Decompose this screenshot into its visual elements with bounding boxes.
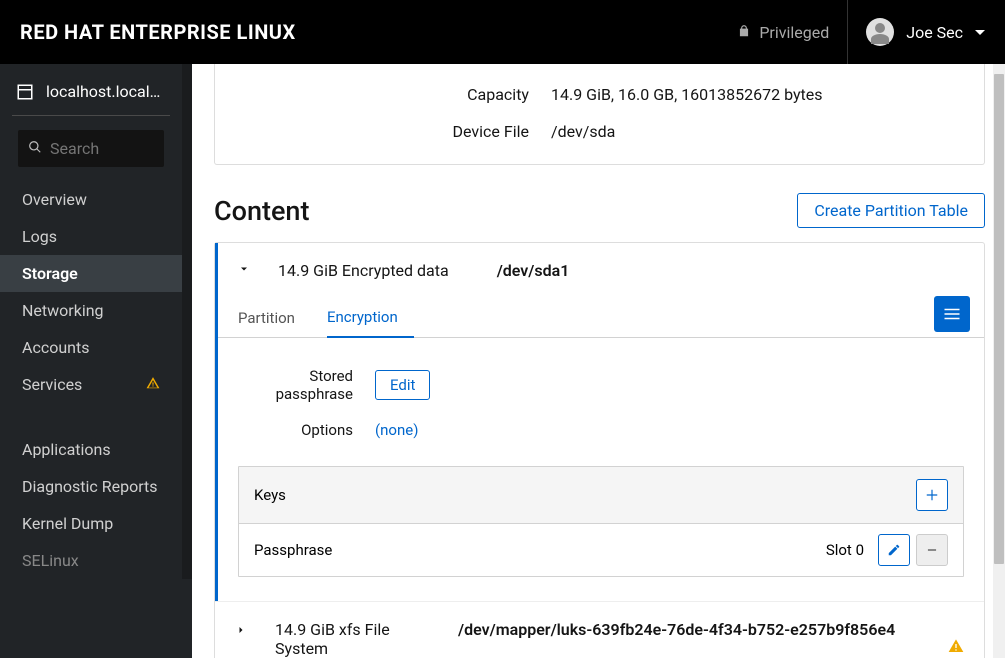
divider xyxy=(12,115,170,116)
partition-header[interactable]: 14.9 GiB Encrypted data /dev/sda1 xyxy=(218,243,984,298)
actions-menu-button[interactable] xyxy=(934,296,970,332)
edit-passphrase-button[interactable]: Edit xyxy=(375,370,430,400)
privileged-indicator[interactable]: Privileged xyxy=(719,0,848,64)
scrollbar-thumb[interactable] xyxy=(994,74,1004,564)
nav-overview[interactable]: Overview xyxy=(0,181,182,218)
chevron-right-icon[interactable] xyxy=(235,620,247,639)
nav-diagnostic-reports[interactable]: Diagnostic Reports xyxy=(0,468,182,505)
nav-accounts[interactable]: Accounts xyxy=(0,329,182,366)
nav-logs[interactable]: Logs xyxy=(0,218,182,255)
warning-icon xyxy=(146,375,160,394)
capacity-value: 14.9 GiB, 16.0 GB, 16013852672 bytes xyxy=(551,85,823,104)
filesystem-row[interactable]: 14.9 GiB xfs File System /dev/mapper/luk… xyxy=(215,601,984,658)
nav-gap xyxy=(0,403,182,431)
keys-box: Keys Passphrase Slot 0 xyxy=(238,466,964,577)
devicefile-label: Device File xyxy=(239,122,529,141)
partition-device: /dev/sda1 xyxy=(477,261,570,280)
server-icon xyxy=(16,83,34,101)
filesystem-description: 14.9 GiB xfs File System xyxy=(275,620,430,658)
options-value[interactable]: (none) xyxy=(375,421,418,439)
nav-selinux[interactable]: SELinux xyxy=(0,542,182,579)
nav-networking[interactable]: Networking xyxy=(0,292,182,329)
content-header: Content Create Partition Table xyxy=(214,193,985,228)
nav-storage[interactable]: Storage xyxy=(0,255,182,292)
tabs: Partition Encryption xyxy=(218,298,984,338)
warning-icon xyxy=(948,638,964,658)
remove-key-button[interactable] xyxy=(916,534,948,566)
create-partition-table-button[interactable]: Create Partition Table xyxy=(797,193,985,228)
key-slot: Slot 0 xyxy=(826,541,864,559)
user-name: Joe Sec xyxy=(906,23,963,42)
partition-block: 14.9 GiB Encrypted data /dev/sda1 Partit… xyxy=(215,243,984,601)
top-header: RED HAT ENTERPRISE LINUX Privileged Joe … xyxy=(0,0,1005,64)
product-title: RED HAT ENTERPRISE LINUX xyxy=(20,20,296,44)
encryption-body: Stored passphrase Edit Options (none) Ke… xyxy=(218,338,984,601)
search-box[interactable] xyxy=(18,130,164,167)
content-title: Content xyxy=(214,195,309,227)
partition-description: 14.9 GiB Encrypted data xyxy=(278,261,449,280)
privileged-label: Privileged xyxy=(759,23,829,42)
devicefile-value: /dev/sda xyxy=(551,122,615,141)
nav-services[interactable]: Services xyxy=(0,366,182,403)
options-label: Options xyxy=(238,421,353,439)
host-name: localhost.localdo... xyxy=(46,82,166,101)
chevron-down-icon[interactable] xyxy=(238,263,250,278)
key-row: Passphrase Slot 0 xyxy=(239,524,963,576)
key-type: Passphrase xyxy=(254,541,332,559)
sidebar: localhost.localdo... Overview Logs Stora… xyxy=(0,64,192,658)
stored-passphrase-label: Stored passphrase xyxy=(238,367,353,403)
device-info-card: Capacity 14.9 GiB, 16.0 GB, 16013852672 … xyxy=(214,64,985,165)
capacity-label: Capacity xyxy=(239,85,529,104)
user-menu[interactable]: Joe Sec xyxy=(848,18,985,46)
keys-label: Keys xyxy=(254,486,286,504)
tab-partition[interactable]: Partition xyxy=(238,299,311,337)
scrollbar-track[interactable] xyxy=(993,64,1005,658)
content-card: 14.9 GiB Encrypted data /dev/sda1 Partit… xyxy=(214,242,985,658)
edit-key-button[interactable] xyxy=(878,534,910,566)
host-selector[interactable]: localhost.localdo... xyxy=(0,64,182,115)
nav-kernel-dump[interactable]: Kernel Dump xyxy=(0,505,182,542)
add-key-button[interactable] xyxy=(916,479,948,511)
avatar-icon xyxy=(866,18,894,46)
caret-down-icon xyxy=(975,30,985,35)
header-right: Privileged Joe Sec xyxy=(719,0,985,64)
search-icon xyxy=(28,139,42,158)
tab-encryption[interactable]: Encryption xyxy=(327,298,414,338)
search-input[interactable] xyxy=(50,139,154,158)
lock-icon xyxy=(737,23,751,42)
keys-header: Keys xyxy=(239,467,963,524)
nav-applications[interactable]: Applications xyxy=(0,431,182,468)
nav-primary: Overview Logs Storage Networking Account… xyxy=(0,181,182,579)
filesystem-path: /dev/mapper/luks-639fb24e-76de-4f34-b752… xyxy=(458,620,964,639)
main-content: Capacity 14.9 GiB, 16.0 GB, 16013852672 … xyxy=(192,64,1005,658)
